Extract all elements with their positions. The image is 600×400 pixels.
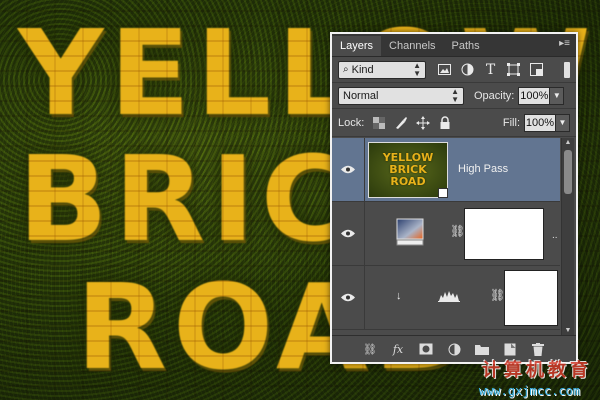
lock-label: Lock: bbox=[338, 116, 365, 129]
add-mask-icon[interactable] bbox=[418, 341, 434, 357]
levels-histogram-icon bbox=[438, 291, 460, 302]
layer-mask-thumbnail[interactable] bbox=[464, 208, 544, 260]
panel-menu-icon[interactable]: ▸≡ bbox=[559, 38, 570, 49]
chevron-updown-icon: ▲ ▼ bbox=[413, 60, 421, 78]
visibility-eye-icon[interactable] bbox=[332, 138, 365, 201]
smart-object-badge-icon bbox=[438, 188, 448, 198]
filter-row: ⌕ Kind ▲ ▼ T bbox=[332, 57, 576, 83]
layer-name[interactable]: High Pass bbox=[458, 163, 508, 175]
adjustment-filter-icon[interactable] bbox=[459, 61, 476, 78]
chevron-updown-icon: ▲ ▼ bbox=[451, 86, 459, 104]
visibility-eye-icon[interactable] bbox=[332, 266, 365, 329]
scroll-up-arrow-icon[interactable]: ▲ bbox=[562, 138, 574, 148]
fill-label: Fill: bbox=[502, 116, 520, 129]
fill-dropdown-button[interactable]: ▼ bbox=[556, 113, 570, 132]
blend-mode-select[interactable]: Normal ▲ ▼ bbox=[338, 86, 464, 105]
layer-gradient-map[interactable]: ⛓ .. bbox=[332, 202, 560, 266]
watermark-url: www.gxjmcc.com bbox=[478, 384, 580, 398]
layer-mask-thumbnail[interactable] bbox=[504, 270, 558, 326]
layer-levels[interactable]: ↓ ⛓ bbox=[332, 266, 560, 330]
lock-image-icon[interactable] bbox=[394, 116, 408, 130]
lock-transparent-icon[interactable] bbox=[372, 116, 386, 130]
lock-all-icon[interactable] bbox=[438, 115, 452, 130]
layers-scrollbar[interactable]: ▲ ▼ bbox=[561, 138, 574, 336]
type-filter-icon[interactable]: T bbox=[482, 61, 499, 78]
tab-layers[interactable]: Layers bbox=[332, 36, 382, 56]
layer-thumbnail: YELLOW BRICK ROAD bbox=[368, 142, 448, 198]
mask-link-icon[interactable]: ⛓ bbox=[450, 224, 465, 238]
fill-input[interactable]: 100% bbox=[524, 113, 556, 132]
opacity-label: Opacity: bbox=[474, 89, 515, 102]
layers-list: YELLOW BRICK ROAD High Pass ⛓ .. ↓ ⛓ bbox=[332, 138, 560, 336]
more-indicator: .. bbox=[552, 230, 558, 241]
filter-kind-select[interactable]: ⌕ Kind ▲ ▼ bbox=[338, 60, 426, 79]
thumb-line-3: ROAD bbox=[390, 175, 426, 188]
lock-position-icon[interactable] bbox=[416, 115, 431, 130]
lock-row: Lock: Fill: 100% ▼ bbox=[332, 109, 576, 137]
adjustment-layer-icon[interactable] bbox=[446, 341, 462, 357]
smart-object-filter-icon[interactable] bbox=[528, 61, 545, 78]
blend-row: Normal ▲ ▼ Opacity: 100% ▼ bbox=[332, 83, 576, 109]
lock-icons bbox=[372, 115, 452, 130]
filter-icons: T bbox=[436, 61, 545, 78]
opacity-dropdown-button[interactable]: ▼ bbox=[550, 86, 565, 105]
blend-mode-value: Normal bbox=[343, 89, 379, 102]
visibility-eye-icon[interactable] bbox=[332, 202, 365, 265]
watermark-text: 计算机教育 bbox=[482, 360, 592, 381]
pixel-filter-icon[interactable] bbox=[436, 61, 453, 78]
new-group-icon[interactable] bbox=[474, 341, 490, 357]
tab-paths[interactable]: Paths bbox=[444, 36, 488, 56]
tab-channels[interactable]: Channels bbox=[381, 36, 443, 56]
new-layer-icon[interactable] bbox=[502, 341, 518, 357]
mask-link-icon[interactable]: ⛓ bbox=[490, 288, 505, 302]
filter-toggle-switch[interactable] bbox=[564, 61, 570, 78]
scroll-thumb[interactable] bbox=[564, 150, 572, 194]
layers-panel: Layers Channels Paths ▸≡ ⌕ Kind ▲ ▼ T No… bbox=[330, 32, 578, 364]
clipping-arrow-icon: ↓ bbox=[396, 290, 402, 302]
opacity-input[interactable]: 100% bbox=[518, 86, 551, 105]
panel-tabs: Layers Channels Paths ▸≡ bbox=[332, 34, 576, 57]
filter-kind-value: Kind bbox=[351, 63, 374, 76]
search-icon: ⌕ bbox=[343, 63, 349, 75]
link-layers-icon[interactable]: ⛓ bbox=[362, 341, 378, 357]
shape-filter-icon[interactable] bbox=[505, 61, 522, 78]
layer-high-pass[interactable]: YELLOW BRICK ROAD High Pass bbox=[332, 138, 560, 202]
fx-icon[interactable]: fx bbox=[390, 341, 406, 357]
delete-layer-icon[interactable] bbox=[530, 341, 546, 357]
gradient-map-icon bbox=[396, 218, 424, 246]
